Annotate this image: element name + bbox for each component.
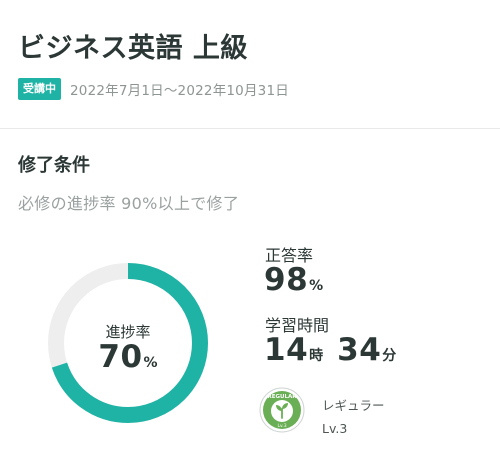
course-progress-page: ビジネス英語 上級 受講中 2022年7月1日〜2022年10月31日 修了条件… bbox=[0, 0, 500, 458]
accuracy-value: 98 bbox=[264, 262, 309, 298]
course-status-row: 受講中 2022年7月1日〜2022年10月31日 bbox=[18, 77, 289, 101]
study-hours-unit: 時 bbox=[309, 348, 324, 364]
svg-text:Lv.3: Lv.3 bbox=[277, 423, 286, 429]
level-name: レギュラー bbox=[322, 398, 385, 413]
study-hours-value: 14 bbox=[264, 332, 309, 368]
study-minutes-value: 34 bbox=[337, 332, 382, 368]
accuracy-unit: % bbox=[309, 278, 324, 294]
course-period: 2022年7月1日〜2022年10月31日 bbox=[70, 83, 289, 99]
completion-condition: 必修の進捗率 90%以上で修了 bbox=[18, 194, 240, 213]
accuracy-value-group: 98% bbox=[264, 262, 323, 298]
divider bbox=[0, 128, 500, 129]
svg-text:REGULAR: REGULAR bbox=[268, 394, 298, 400]
progress-value: 70 bbox=[98, 339, 143, 375]
progress-unit: % bbox=[143, 355, 158, 371]
level-number: Lv.3 bbox=[322, 421, 348, 436]
progress-value-group: 70% bbox=[46, 339, 210, 375]
status-badge: 受講中 bbox=[18, 78, 61, 100]
progress-ring: 進捗率 70% bbox=[46, 261, 210, 425]
study-minutes-unit: 分 bbox=[382, 348, 397, 364]
section-title-completion: 修了条件 bbox=[18, 155, 90, 176]
study-time-value-group: 14時 34分 bbox=[264, 332, 396, 368]
course-title: ビジネス英語 上級 bbox=[18, 33, 248, 64]
level-badge-icon: REGULAR Lv.3 bbox=[259, 387, 305, 433]
